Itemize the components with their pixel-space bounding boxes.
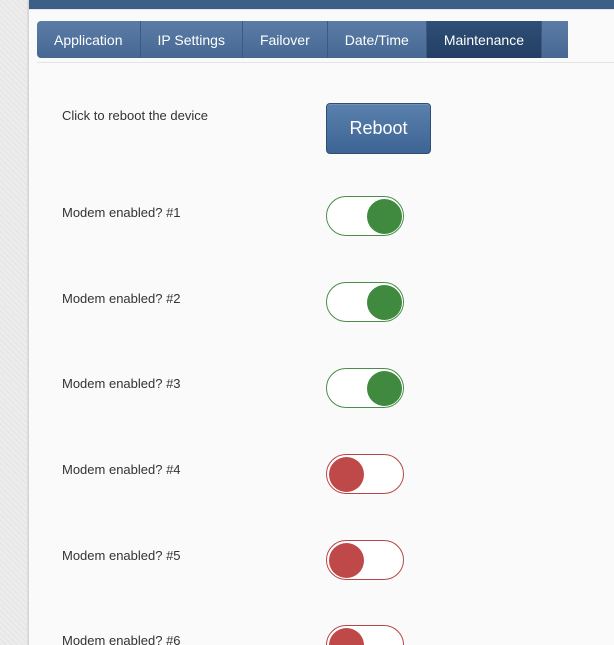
tab-application[interactable]: Application [37, 21, 141, 58]
tab-ip-settings[interactable]: IP Settings [140, 21, 243, 58]
tab-maintenance[interactable]: Maintenance [426, 21, 542, 58]
tab-bar: Application IP Settings Failover Date/Ti… [37, 21, 568, 58]
modem-4-toggle[interactable] [326, 454, 404, 494]
modem-6-label: Modem enabled? #6 [62, 633, 181, 645]
reboot-button[interactable]: Reboot [326, 103, 431, 154]
tab-divider [37, 62, 614, 63]
settings-panel: Application IP Settings Failover Date/Ti… [28, 0, 614, 645]
modem-2-label: Modem enabled? #2 [62, 291, 181, 306]
toggle-knob [328, 627, 364, 645]
toggle-knob [366, 198, 402, 234]
reboot-label: Click to reboot the device [62, 108, 208, 123]
modem-3-label: Modem enabled? #3 [62, 376, 181, 391]
modem-1-toggle[interactable] [326, 196, 404, 236]
tab-date-time[interactable]: Date/Time [327, 21, 427, 58]
tab-failover[interactable]: Failover [242, 21, 328, 58]
modem-3-toggle[interactable] [326, 368, 404, 408]
toggle-knob [328, 542, 364, 578]
toggle-knob [366, 370, 402, 406]
toggle-knob [366, 284, 402, 320]
panel-header-bar [29, 0, 614, 9]
left-gutter [0, 0, 28, 645]
modem-1-label: Modem enabled? #1 [62, 205, 181, 220]
modem-5-toggle[interactable] [326, 540, 404, 580]
modem-2-toggle[interactable] [326, 282, 404, 322]
modem-4-label: Modem enabled? #4 [62, 462, 181, 477]
page: Application IP Settings Failover Date/Ti… [0, 0, 614, 645]
modem-5-label: Modem enabled? #5 [62, 548, 181, 563]
tab-overflow[interactable] [541, 21, 568, 58]
toggle-knob [328, 456, 364, 492]
modem-6-toggle[interactable] [326, 625, 404, 645]
